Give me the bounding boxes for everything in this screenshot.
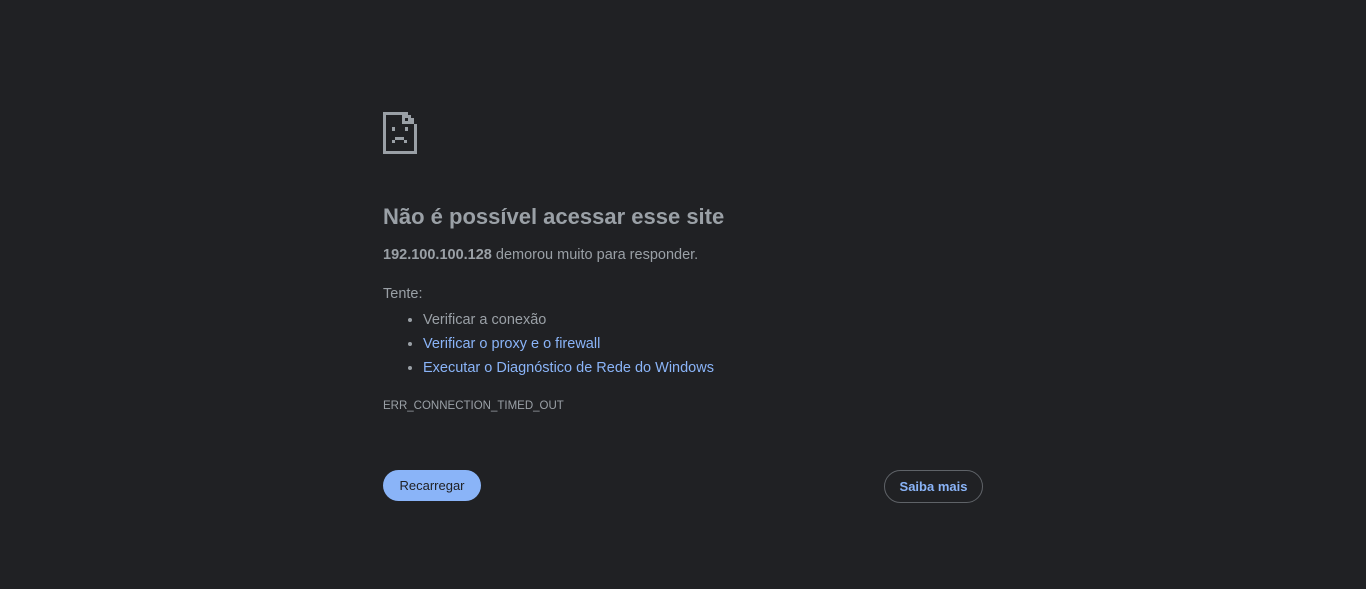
page-title: Não é possível acessar esse site bbox=[383, 204, 725, 229]
summary-message: demorou muito para responder. bbox=[491, 247, 699, 263]
suggestion-run-diagnostics[interactable]: Executar o Diagnóstico de Rede do Window… bbox=[423, 356, 983, 380]
suggestions-list: Verificar a conexão Verificar o proxy e … bbox=[383, 308, 983, 380]
sad-file-icon bbox=[383, 112, 417, 154]
suggestion-label: Verificar a conexão bbox=[423, 312, 547, 328]
run-network-diagnostics-link[interactable]: Executar o Diagnóstico de Rede do Window… bbox=[423, 360, 714, 376]
error-summary: 192.100.100.128 demorou muito para respo… bbox=[383, 244, 983, 266]
error-content: Não é possível acessar esse site 192.100… bbox=[383, 112, 983, 414]
suggestion-check-connection: Verificar a conexão bbox=[423, 308, 983, 332]
check-proxy-firewall-link[interactable]: Verificar o proxy e o firewall bbox=[423, 336, 600, 352]
reload-button[interactable]: Recarregar bbox=[383, 470, 481, 501]
learn-more-button[interactable]: Saiba mais bbox=[884, 470, 983, 503]
suggestion-check-proxy-firewall[interactable]: Verificar o proxy e o firewall bbox=[423, 332, 983, 356]
error-code: ERR_CONNECTION_TIMED_OUT bbox=[383, 400, 564, 412]
try-label: Tente: bbox=[383, 286, 423, 302]
host-address: 192.100.100.128 bbox=[383, 247, 492, 263]
